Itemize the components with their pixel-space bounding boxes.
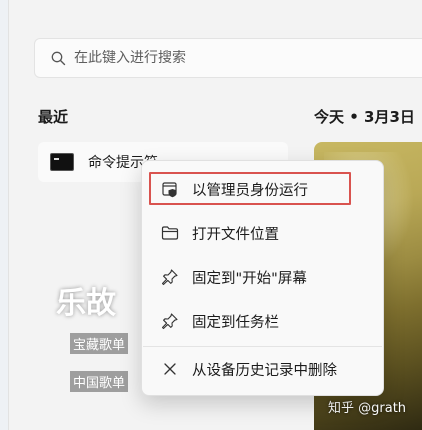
menu-item-label: 从设备历史记录中删除 <box>192 362 337 379</box>
news-card-headline: 乐故 <box>56 286 116 321</box>
command-prompt-icon <box>50 153 74 171</box>
menu-item-pin-to-taskbar[interactable]: 固定到任务栏 <box>148 302 377 340</box>
search-box[interactable] <box>34 38 422 78</box>
menu-item-pin-to-start[interactable]: 固定到"开始"屏幕 <box>148 258 377 296</box>
menu-item-open-file-location[interactable]: 打开文件位置 <box>148 214 377 252</box>
menu-item-remove-from-history[interactable]: 从设备历史记录中删除 <box>148 350 377 388</box>
search-icon <box>51 51 66 65</box>
search-input[interactable] <box>74 50 374 66</box>
watermark: 知乎 @grath <box>328 401 407 416</box>
folder-icon <box>160 223 180 243</box>
menu-item-label: 固定到"开始"屏幕 <box>192 270 307 287</box>
close-icon <box>160 359 180 379</box>
menu-item-label: 固定到任务栏 <box>192 314 279 331</box>
news-card-caption-2: 中国歌单 <box>70 371 129 392</box>
today-section-title: 今天 • 3月3日 <box>314 108 415 126</box>
menu-separator <box>143 346 382 347</box>
pin-icon <box>160 267 180 287</box>
news-card-caption-1: 宝藏歌单 <box>70 333 129 354</box>
recent-section-title: 最近 <box>38 108 69 126</box>
highlight-box <box>149 172 351 205</box>
pin-icon <box>160 311 180 331</box>
menu-item-label: 打开文件位置 <box>192 226 279 243</box>
